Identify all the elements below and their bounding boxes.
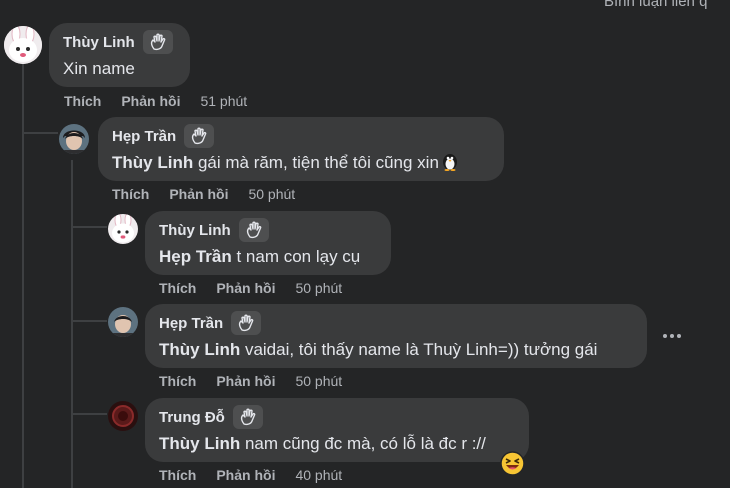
thread-line: [71, 160, 73, 488]
waving-hand-icon[interactable]: [238, 218, 269, 242]
more-dot: [670, 334, 674, 338]
waving-hand-icon[interactable]: [142, 30, 173, 54]
like-button[interactable]: Thích: [159, 373, 196, 389]
avatar[interactable]: [4, 26, 42, 64]
comment-text: Thùy Linh vaidai, tôi thấy name là Thuỳ …: [159, 338, 635, 362]
more-dot: [663, 334, 667, 338]
comment-actions: Thích Phản hồi 50 phút: [112, 186, 295, 202]
avatar[interactable]: [108, 401, 138, 431]
waving-hand-icon[interactable]: [184, 124, 215, 148]
thread-branch: [22, 132, 58, 134]
avatar[interactable]: [108, 214, 138, 244]
comment-body: Xin name: [63, 59, 135, 78]
comment-bubble: Hẹp Trần Thùy Linh vaidai, tôi thấy name…: [145, 304, 647, 368]
comment-author[interactable]: Hẹp Trần: [112, 128, 176, 145]
comment-actions: Thích Phản hồi 40 phút: [159, 467, 342, 483]
like-button[interactable]: Thích: [159, 280, 196, 296]
mention-link[interactable]: Thùy Linh: [112, 153, 193, 172]
avatar[interactable]: [108, 307, 138, 337]
comment-timestamp[interactable]: 50 phút: [295, 373, 342, 389]
reply-button[interactable]: Phản hồi: [216, 467, 275, 483]
comment-author[interactable]: Trung Đỗ: [159, 409, 225, 426]
reply-button[interactable]: Phản hồi: [216, 373, 275, 389]
comment-text: Thùy Linh nam cũng đc mà, có lỗ là đc r …: [159, 432, 517, 456]
related-comments-label[interactable]: Bình luận liên q: [604, 0, 707, 10]
penguin-emoji: [441, 151, 459, 178]
more-dot: [677, 334, 681, 338]
comment-bubble: Trung Đỗ Thùy Linh nam cũng đc mà, có lỗ…: [145, 398, 529, 462]
mention-link[interactable]: Thùy Linh: [159, 434, 240, 453]
comment-actions: Thích Phản hồi 51 phút: [64, 93, 247, 109]
thread-branch: [71, 320, 107, 322]
comment-bubble: Hẹp Trần Thùy Linh gái mà răm, tiện thể …: [98, 117, 504, 181]
comment-author[interactable]: Thùy Linh: [159, 222, 231, 239]
comment-body: t nam con lạy cụ: [231, 247, 361, 266]
like-button[interactable]: Thích: [112, 186, 149, 202]
comment-timestamp[interactable]: 50 phút: [248, 186, 295, 202]
comment-text: Hẹp Trần t nam con lạy cụ: [159, 245, 379, 269]
grinning-squinting-face-emoji[interactable]: [500, 451, 525, 481]
thread-branch: [71, 413, 107, 415]
reply-button[interactable]: Phản hồi: [169, 186, 228, 202]
avatar[interactable]: [59, 124, 89, 154]
mention-link[interactable]: Hẹp Trần: [159, 247, 232, 266]
waving-hand-icon[interactable]: [231, 311, 262, 335]
comment-text: Thùy Linh gái mà răm, tiện thể tôi cũng …: [112, 151, 492, 178]
thread-branch: [71, 226, 107, 228]
like-button[interactable]: Thích: [159, 467, 196, 483]
comment-actions: Thích Phản hồi 50 phút: [159, 280, 342, 296]
comment-bubble: Thùy Linh Xin name: [49, 23, 190, 87]
thread-line: [22, 64, 24, 488]
comment-author[interactable]: Thùy Linh: [63, 34, 135, 51]
comment-author[interactable]: Hẹp Trần: [159, 315, 223, 332]
comment-timestamp[interactable]: 40 phút: [295, 467, 342, 483]
comment-body: gái mà răm, tiện thể tôi cũng xin: [193, 153, 439, 172]
reply-button[interactable]: Phản hồi: [121, 93, 180, 109]
comment-timestamp[interactable]: 50 phút: [295, 280, 342, 296]
comment-actions: Thích Phản hồi 50 phút: [159, 373, 342, 389]
more-options-icon[interactable]: [660, 326, 684, 346]
comment-bubble: Thùy Linh Hẹp Trần t nam con lạy cụ: [145, 211, 391, 275]
comment-body: vaidai, tôi thấy name là Thuỳ Linh=)) tư…: [240, 340, 598, 359]
comment-body: nam cũng đc mà, có lỗ là đc r ://: [240, 434, 486, 453]
reply-button[interactable]: Phản hồi: [216, 280, 275, 296]
comment-timestamp[interactable]: 51 phút: [200, 93, 247, 109]
like-button[interactable]: Thích: [64, 93, 101, 109]
waving-hand-icon[interactable]: [232, 405, 263, 429]
mention-link[interactable]: Thùy Linh: [159, 340, 240, 359]
comment-text: Xin name: [63, 57, 178, 81]
